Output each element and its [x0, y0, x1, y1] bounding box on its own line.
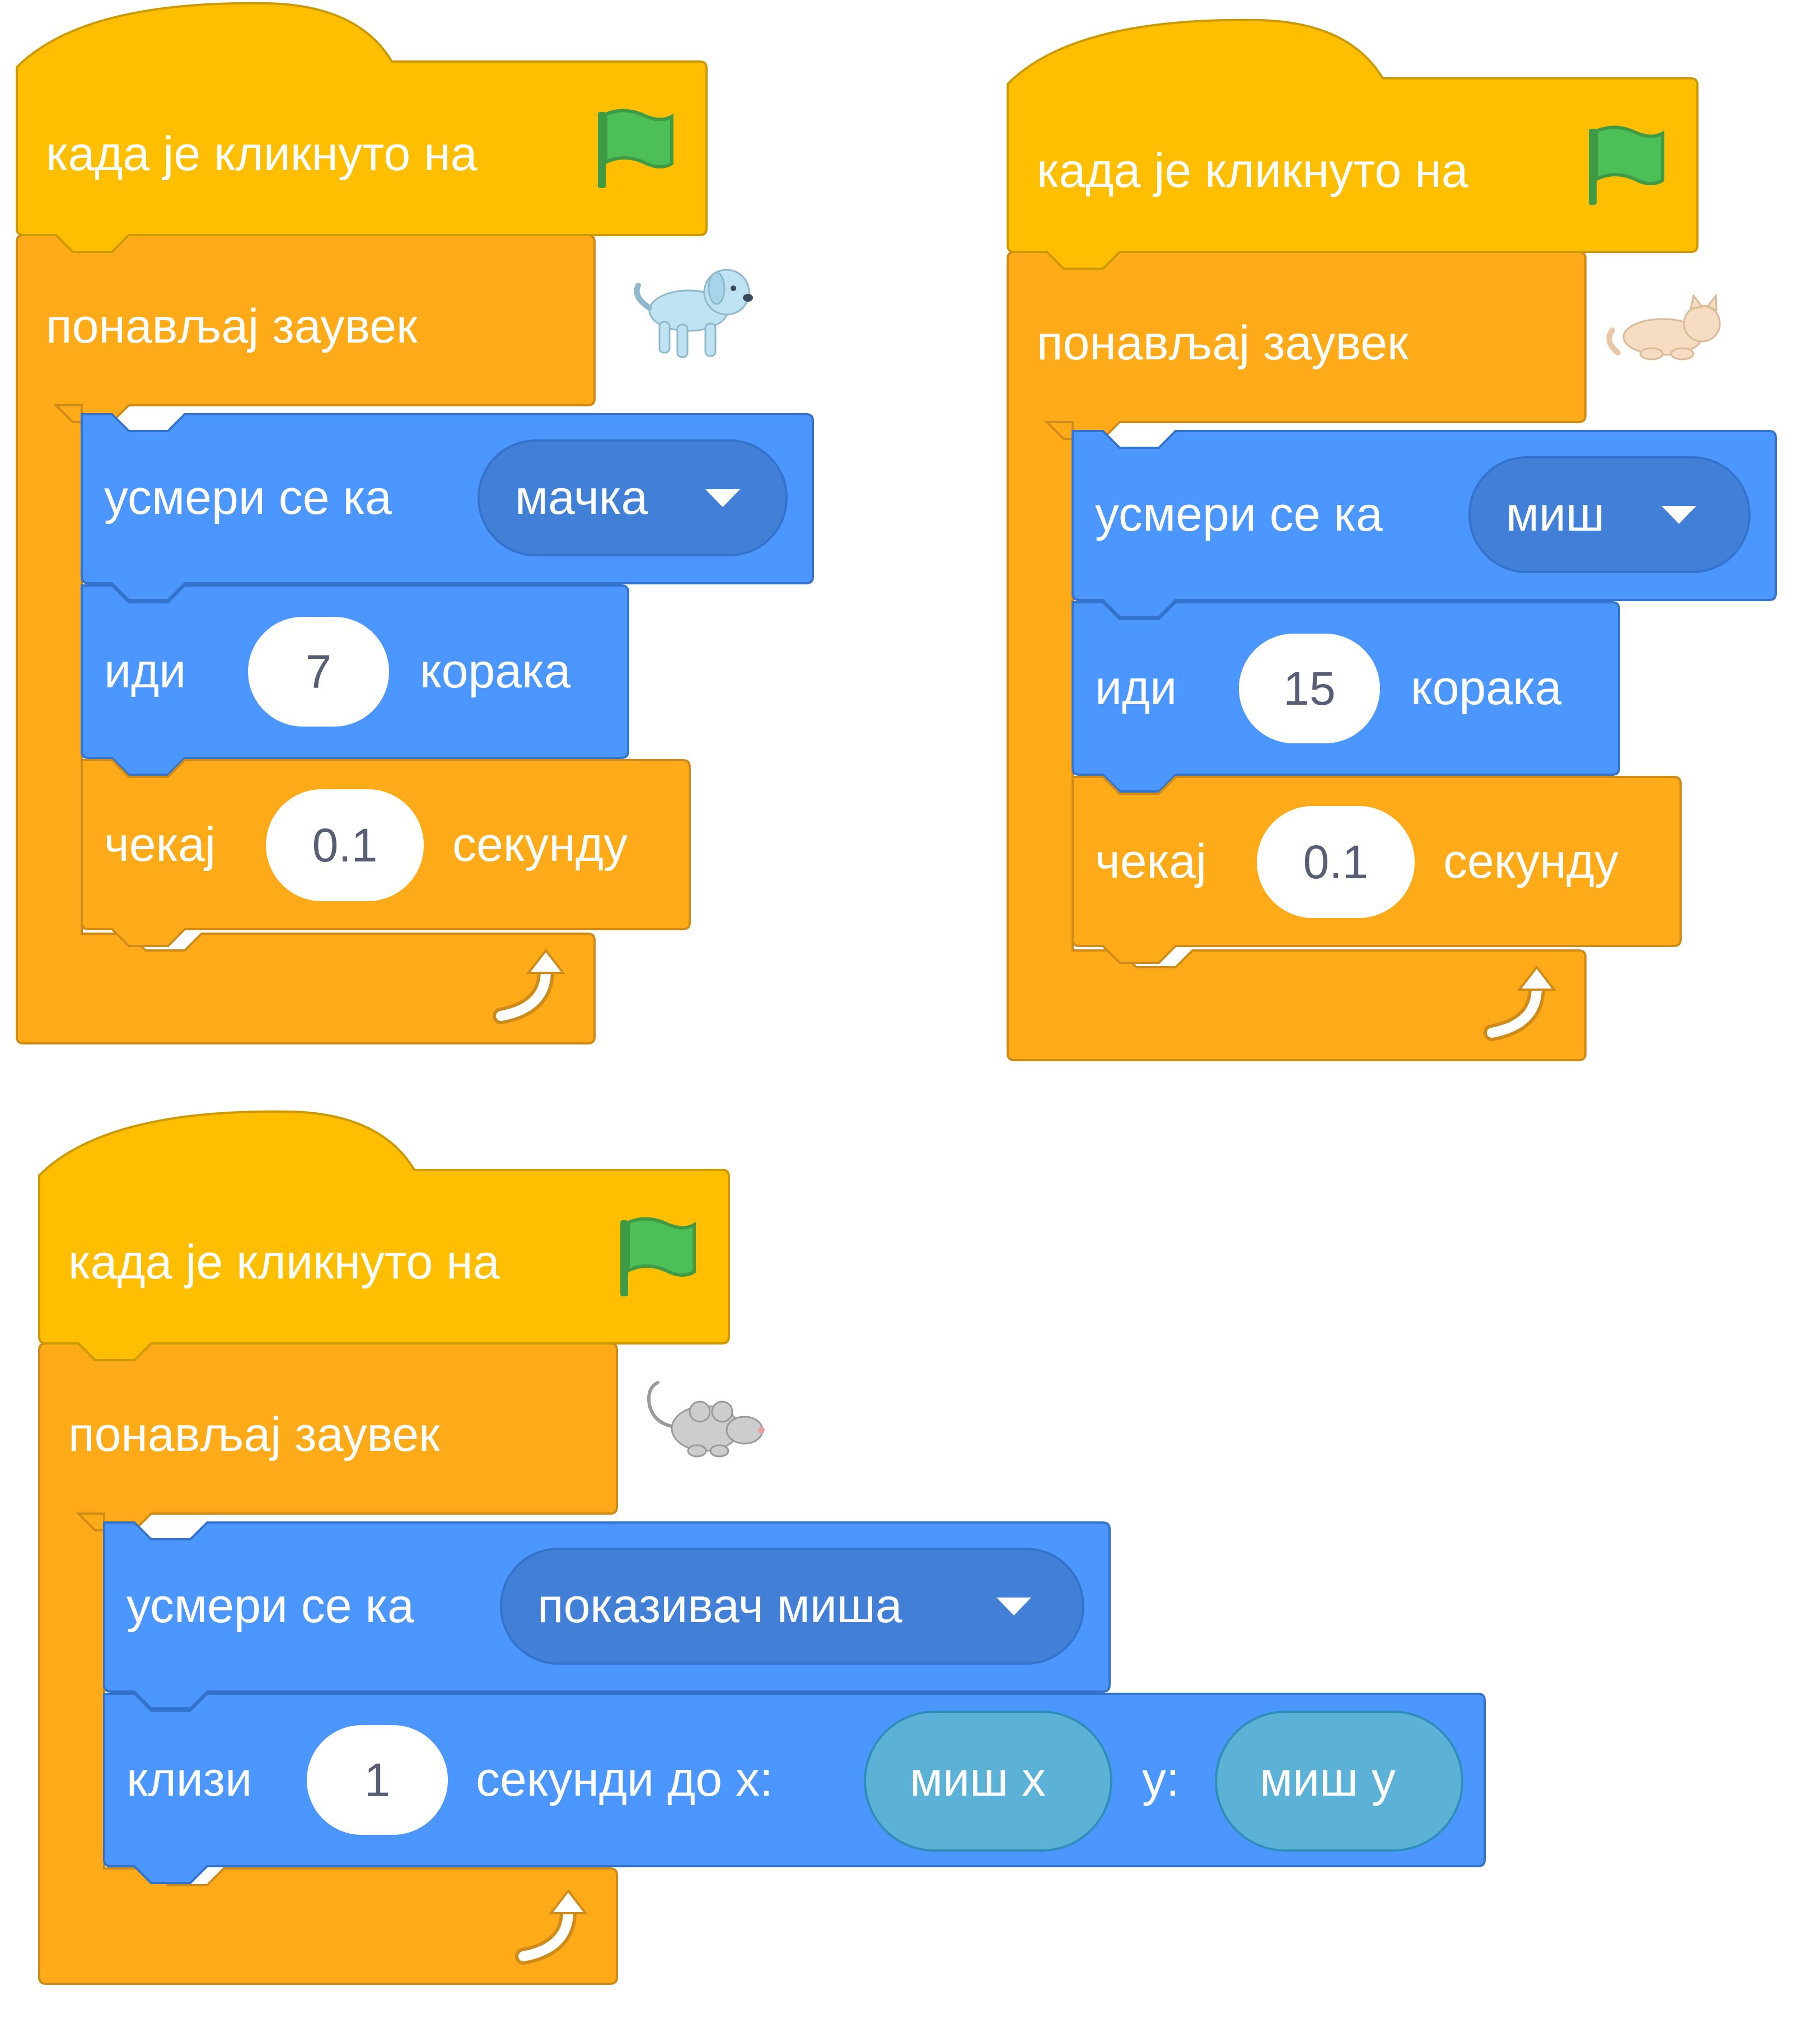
glide-mid-label: секунди до x: — [476, 1753, 773, 1806]
forever-label: понављај заувек — [1037, 316, 1409, 370]
forever-label: понављај заувек — [46, 299, 418, 353]
point-towards-value[interactable]: мачка — [515, 474, 648, 522]
point-towards-label: усмери се ка — [127, 1579, 414, 1633]
glide-label: клизи — [127, 1753, 252, 1806]
wait-unit-label: секунду — [452, 818, 628, 872]
point-towards-value[interactable]: показивач миша — [537, 1582, 902, 1630]
script-cat: када је кликнуто на понављај заувек усме… — [991, 17, 1820, 1080]
move-label: иди — [1095, 661, 1177, 715]
mouse-y-label[interactable]: миш y — [1260, 1755, 1396, 1804]
hat-label: када је кликнуто на — [68, 1235, 500, 1289]
hat-label: када је кликнуто на — [1037, 144, 1468, 198]
script-mouse: када је кликнуто на понављај заувек усме… — [22, 1108, 1534, 2004]
glide-y-label: y: — [1142, 1753, 1180, 1806]
wait-unit-label: секунду — [1443, 835, 1619, 888]
move-unit-label: корака — [1411, 661, 1562, 715]
mouse-x-label[interactable]: миш x — [910, 1755, 1046, 1804]
wait-label: чекај — [1095, 835, 1207, 888]
cat-sprite-icon — [1606, 293, 1721, 360]
wait-label: чекај — [104, 818, 216, 872]
move-steps-value[interactable]: 15 — [1239, 665, 1380, 712]
wait-seconds-value[interactable]: 0.1 — [1257, 839, 1415, 886]
forever-label: понављај заувек — [68, 1408, 440, 1461]
hat-label: када је кликнуто на — [46, 127, 478, 181]
move-label: иди — [104, 644, 186, 698]
script-dog: када је кликнуто на понављај заувек усме… — [0, 0, 840, 1064]
mouse-sprite-icon — [647, 1381, 765, 1458]
point-towards-label: усмери се ка — [104, 471, 392, 524]
point-towards-label: усмери се ка — [1095, 488, 1383, 541]
glide-seconds-value[interactable]: 1 — [307, 1756, 448, 1804]
wait-seconds-value[interactable]: 0.1 — [266, 822, 424, 869]
point-towards-value[interactable]: миш — [1506, 490, 1604, 538]
move-steps-value[interactable]: 7 — [248, 648, 389, 695]
dog-sprite-icon — [634, 269, 753, 358]
move-unit-label: корака — [420, 644, 571, 698]
